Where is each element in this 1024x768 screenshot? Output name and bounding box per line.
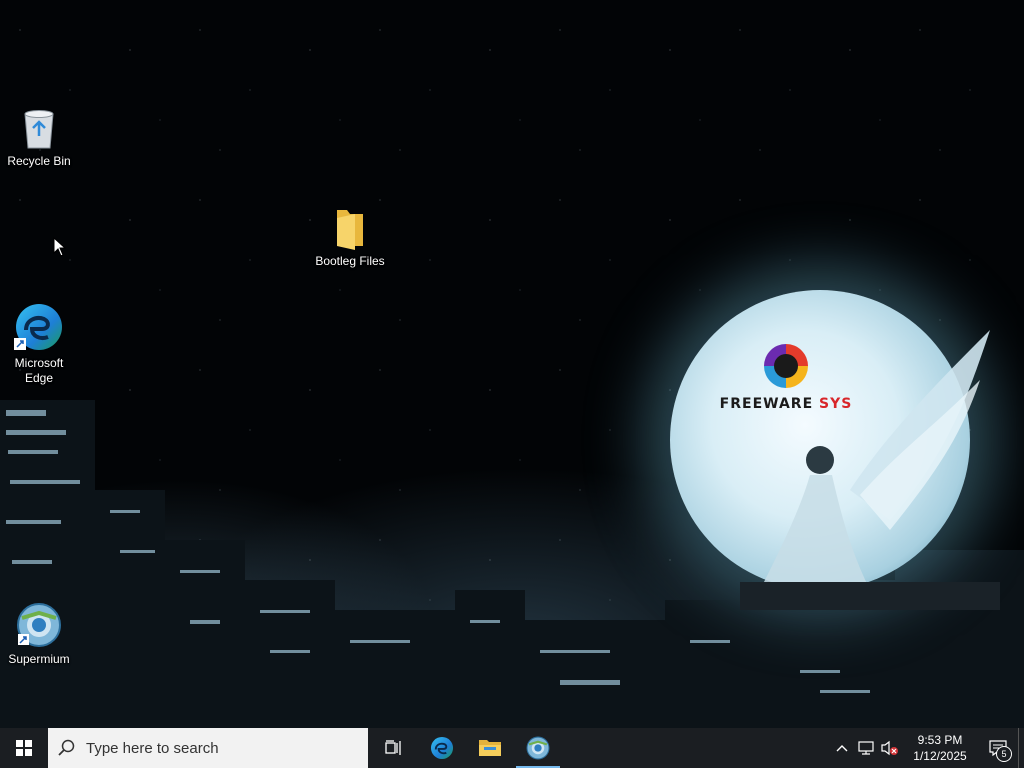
taskbar-supermium-button[interactable] xyxy=(514,728,562,768)
supermium-icon xyxy=(526,736,550,760)
volume-muted-icon xyxy=(881,740,898,756)
network-tray-button[interactable] xyxy=(854,728,878,768)
action-center-button[interactable]: 5 xyxy=(978,728,1018,768)
edge-icon xyxy=(430,736,454,760)
wallpaper-logo: FREEWARE SYS xyxy=(706,344,866,413)
chevron-up-icon xyxy=(836,745,848,752)
desktop-icon-label: Bootleg Files xyxy=(315,254,385,268)
taskbar-search-box[interactable] xyxy=(48,728,368,768)
mouse-cursor-icon xyxy=(53,237,67,257)
supermium-icon xyxy=(17,603,61,647)
search-input[interactable] xyxy=(84,738,348,758)
desktop-icon-label: Recycle Bin xyxy=(7,154,71,168)
taskbar-edge-button[interactable] xyxy=(418,728,466,768)
task-view-icon xyxy=(385,740,401,755)
notification-count-badge: 5 xyxy=(996,746,1012,762)
desktop-icon-microsoft-edge[interactable]: Microsoft Edge xyxy=(1,302,77,386)
desktop-icon-label: Microsoft Edge xyxy=(14,356,64,385)
search-icon xyxy=(58,739,75,756)
desktop-icon-label: Supermium xyxy=(8,652,70,666)
edge-icon xyxy=(14,304,62,350)
taskbar-file-explorer-button[interactable] xyxy=(466,728,514,768)
folder-icon xyxy=(337,210,363,250)
network-icon xyxy=(858,741,874,755)
volume-tray-button[interactable] xyxy=(878,728,902,768)
recycle-bin-icon xyxy=(24,110,54,149)
start-button[interactable] xyxy=(0,728,48,768)
logo-text-main: FREEWARE xyxy=(719,396,820,412)
clock-date: 1/12/2025 xyxy=(913,749,967,763)
logo-text-accent: SYS xyxy=(819,396,853,412)
taskbar: 9:53 PM 1/12/2025 5 xyxy=(0,728,1024,768)
freeware-sys-logo-icon xyxy=(764,344,808,388)
clock-time: 9:53 PM xyxy=(917,733,963,747)
desktop-icon-bootleg-files[interactable]: Bootleg Files xyxy=(312,206,388,269)
windows-start-icon xyxy=(16,740,32,756)
desktop[interactable]: FREEWARE SYS Recycle Bin Bootleg Files M… xyxy=(0,0,1024,728)
show-desktop-button[interactable] xyxy=(1018,728,1024,768)
file-explorer-icon xyxy=(479,740,501,756)
system-tray: 9:53 PM 1/12/2025 5 xyxy=(830,728,1024,768)
desktop-icon-recycle-bin[interactable]: Recycle Bin xyxy=(1,106,77,169)
desktop-icon-supermium[interactable]: Supermium xyxy=(1,602,77,667)
taskbar-clock[interactable]: 9:53 PM 1/12/2025 xyxy=(902,732,978,764)
task-view-button[interactable] xyxy=(370,728,418,768)
show-hidden-icons-button[interactable] xyxy=(830,728,854,768)
